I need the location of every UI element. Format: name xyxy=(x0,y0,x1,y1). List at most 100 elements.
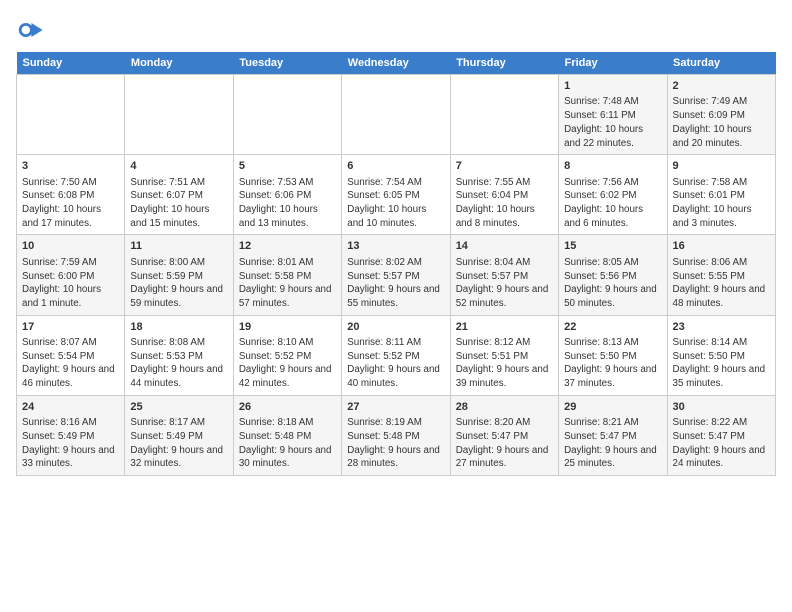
calendar-week-row: 3 Sunrise: 7:50 AM Sunset: 6:08 PM Daylig… xyxy=(17,155,776,235)
calendar-cell: 13 Sunrise: 8:02 AM Sunset: 5:57 PM Dayli… xyxy=(342,235,450,315)
day-number: 28 xyxy=(456,400,553,415)
day-detail: Sunrise: 8:00 AM Sunset: 5:59 PM Dayligh… xyxy=(130,256,227,311)
day-detail: Sunrise: 8:16 AM Sunset: 5:49 PM Dayligh… xyxy=(22,416,119,471)
day-detail: Sunrise: 8:10 AM Sunset: 5:52 PM Dayligh… xyxy=(239,336,336,391)
calendar-cell xyxy=(233,75,341,155)
calendar-cell: 15 Sunrise: 8:05 AM Sunset: 5:56 PM Dayli… xyxy=(559,235,667,315)
calendar-cell: 8Sunrise: 7:56 AM Sunset: 6:02 PM Daylig… xyxy=(559,155,667,235)
calendar-cell: 6 Sunrise: 7:54 AM Sunset: 6:05 PM Daylig… xyxy=(342,155,450,235)
calendar-cell: 30Sunrise: 8:22 AM Sunset: 5:47 PM Dayli… xyxy=(667,395,775,475)
day-number: 26 xyxy=(239,400,336,415)
day-number: 5 xyxy=(239,159,336,174)
weekday-header-cell: Saturday xyxy=(667,52,775,75)
day-number: 25 xyxy=(130,400,227,415)
day-detail: Sunrise: 8:08 AM Sunset: 5:53 PM Dayligh… xyxy=(130,336,227,391)
day-detail: Sunrise: 7:53 AM Sunset: 6:06 PM Dayligh… xyxy=(239,176,336,231)
day-detail: Sunrise: 7:51 AM Sunset: 6:07 PM Dayligh… xyxy=(130,176,227,231)
day-detail: Sunrise: 8:11 AM Sunset: 5:52 PM Dayligh… xyxy=(347,336,444,391)
calendar-cell: 26Sunrise: 8:18 AM Sunset: 5:48 PM Dayli… xyxy=(233,395,341,475)
day-number: 11 xyxy=(130,239,227,254)
day-detail: Sunrise: 7:49 AM Sunset: 6:09 PM Dayligh… xyxy=(673,95,770,150)
calendar-cell: 27Sunrise: 8:19 AM Sunset: 5:48 PM Dayli… xyxy=(342,395,450,475)
calendar-cell: 5 Sunrise: 7:53 AM Sunset: 6:06 PM Daylig… xyxy=(233,155,341,235)
day-number: 22 xyxy=(564,320,661,335)
day-number: 2 xyxy=(673,79,770,94)
day-detail: Sunrise: 8:19 AM Sunset: 5:48 PM Dayligh… xyxy=(347,416,444,471)
day-number: 15 xyxy=(564,239,661,254)
calendar-week-row: 10Sunrise: 7:59 AM Sunset: 6:00 PM Dayli… xyxy=(17,235,776,315)
day-detail: Sunrise: 8:14 AM Sunset: 5:50 PM Dayligh… xyxy=(673,336,770,391)
calendar-cell: 29Sunrise: 8:21 AM Sunset: 5:47 PM Dayli… xyxy=(559,395,667,475)
day-detail: Sunrise: 8:05 AM Sunset: 5:56 PM Dayligh… xyxy=(564,256,661,311)
calendar-cell: 7 Sunrise: 7:55 AM Sunset: 6:04 PM Daylig… xyxy=(450,155,558,235)
calendar-cell: 19Sunrise: 8:10 AM Sunset: 5:52 PM Dayli… xyxy=(233,315,341,395)
day-detail: Sunrise: 7:54 AM Sunset: 6:05 PM Dayligh… xyxy=(347,176,444,231)
calendar-cell: 4 Sunrise: 7:51 AM Sunset: 6:07 PM Daylig… xyxy=(125,155,233,235)
day-number: 30 xyxy=(673,400,770,415)
calendar-cell: 20Sunrise: 8:11 AM Sunset: 5:52 PM Dayli… xyxy=(342,315,450,395)
calendar-week-row: 24Sunrise: 8:16 AM Sunset: 5:49 PM Dayli… xyxy=(17,395,776,475)
calendar-table: SundayMondayTuesdayWednesdayThursdayFrid… xyxy=(16,52,776,476)
weekday-header-cell: Friday xyxy=(559,52,667,75)
calendar-week-row: 1Sunrise: 7:48 AM Sunset: 6:11 PM Daylig… xyxy=(17,75,776,155)
calendar-week-row: 17Sunrise: 8:07 AM Sunset: 5:54 PM Dayli… xyxy=(17,315,776,395)
day-detail: Sunrise: 7:50 AM Sunset: 6:08 PM Dayligh… xyxy=(22,176,119,231)
calendar-cell: 14 Sunrise: 8:04 AM Sunset: 5:57 PM Dayli… xyxy=(450,235,558,315)
day-number: 7 xyxy=(456,159,553,174)
calendar-cell xyxy=(125,75,233,155)
day-detail: Sunrise: 8:07 AM Sunset: 5:54 PM Dayligh… xyxy=(22,336,119,391)
calendar-cell xyxy=(342,75,450,155)
day-number: 13 xyxy=(347,239,444,254)
day-detail: Sunrise: 8:01 AM Sunset: 5:58 PM Dayligh… xyxy=(239,256,336,311)
calendar-cell: 2Sunrise: 7:49 AM Sunset: 6:09 PM Daylig… xyxy=(667,75,775,155)
day-detail: Sunrise: 8:21 AM Sunset: 5:47 PM Dayligh… xyxy=(564,416,661,471)
logo-icon xyxy=(16,16,44,44)
day-detail: Sunrise: 8:13 AM Sunset: 5:50 PM Dayligh… xyxy=(564,336,661,391)
day-number: 10 xyxy=(22,239,119,254)
weekday-header-cell: Monday xyxy=(125,52,233,75)
day-number: 14 xyxy=(456,239,553,254)
weekday-header-cell: Sunday xyxy=(17,52,125,75)
calendar-cell: 11 Sunrise: 8:00 AM Sunset: 5:59 PM Dayli… xyxy=(125,235,233,315)
calendar-cell: 16 Sunrise: 8:06 AM Sunset: 5:55 PM Dayli… xyxy=(667,235,775,315)
calendar-cell: 24Sunrise: 8:16 AM Sunset: 5:49 PM Dayli… xyxy=(17,395,125,475)
calendar-cell: 18Sunrise: 8:08 AM Sunset: 5:53 PM Dayli… xyxy=(125,315,233,395)
day-number: 20 xyxy=(347,320,444,335)
weekday-header-cell: Tuesday xyxy=(233,52,341,75)
calendar-cell: 23Sunrise: 8:14 AM Sunset: 5:50 PM Dayli… xyxy=(667,315,775,395)
day-detail: Sunrise: 7:55 AM Sunset: 6:04 PM Dayligh… xyxy=(456,176,553,231)
calendar-cell: 28Sunrise: 8:20 AM Sunset: 5:47 PM Dayli… xyxy=(450,395,558,475)
logo xyxy=(16,16,48,44)
day-detail: Sunrise: 7:58 AM Sunset: 6:01 PM Dayligh… xyxy=(673,176,770,231)
day-number: 9 xyxy=(673,159,770,174)
day-number: 18 xyxy=(130,320,227,335)
day-detail: Sunrise: 8:06 AM Sunset: 5:55 PM Dayligh… xyxy=(673,256,770,311)
day-number: 23 xyxy=(673,320,770,335)
day-number: 4 xyxy=(130,159,227,174)
day-number: 1 xyxy=(564,79,661,94)
weekday-header-cell: Wednesday xyxy=(342,52,450,75)
day-detail: Sunrise: 8:18 AM Sunset: 5:48 PM Dayligh… xyxy=(239,416,336,471)
day-detail: Sunrise: 8:22 AM Sunset: 5:47 PM Dayligh… xyxy=(673,416,770,471)
calendar-cell xyxy=(17,75,125,155)
day-number: 6 xyxy=(347,159,444,174)
day-number: 12 xyxy=(239,239,336,254)
calendar-cell xyxy=(450,75,558,155)
day-number: 27 xyxy=(347,400,444,415)
calendar-cell: 17Sunrise: 8:07 AM Sunset: 5:54 PM Dayli… xyxy=(17,315,125,395)
page-header xyxy=(16,16,776,44)
day-number: 16 xyxy=(673,239,770,254)
weekday-header-row: SundayMondayTuesdayWednesdayThursdayFrid… xyxy=(17,52,776,75)
weekday-header-cell: Thursday xyxy=(450,52,558,75)
calendar-cell: 9 Sunrise: 7:58 AM Sunset: 6:01 PM Daylig… xyxy=(667,155,775,235)
day-number: 29 xyxy=(564,400,661,415)
calendar-cell: 25Sunrise: 8:17 AM Sunset: 5:49 PM Dayli… xyxy=(125,395,233,475)
day-number: 3 xyxy=(22,159,119,174)
calendar-cell: 3 Sunrise: 7:50 AM Sunset: 6:08 PM Daylig… xyxy=(17,155,125,235)
day-detail: Sunrise: 8:12 AM Sunset: 5:51 PM Dayligh… xyxy=(456,336,553,391)
calendar-cell: 10Sunrise: 7:59 AM Sunset: 6:00 PM Dayli… xyxy=(17,235,125,315)
day-detail: Sunrise: 8:04 AM Sunset: 5:57 PM Dayligh… xyxy=(456,256,553,311)
day-detail: Sunrise: 8:02 AM Sunset: 5:57 PM Dayligh… xyxy=(347,256,444,311)
day-number: 21 xyxy=(456,320,553,335)
calendar-cell: 1Sunrise: 7:48 AM Sunset: 6:11 PM Daylig… xyxy=(559,75,667,155)
